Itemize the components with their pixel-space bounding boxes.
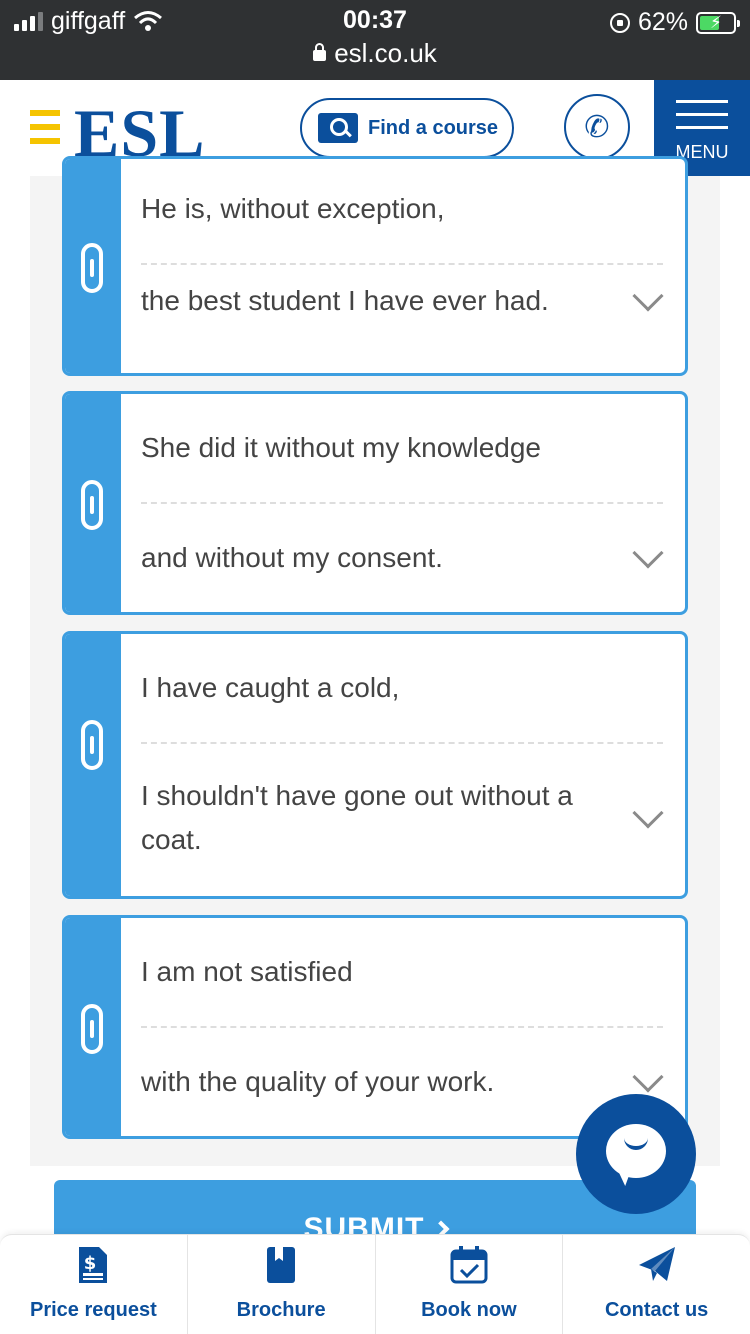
link-icon [81,243,103,293]
nav-label: Price request [30,1299,157,1321]
link-icon [81,480,103,530]
rotation-lock-icon [609,12,630,33]
sentence-card: She did it without my knowledge and with… [62,391,688,615]
url-text: esl.co.uk [334,38,437,68]
sentence-card: He is, without exception, the best stude… [62,156,688,376]
battery-percent: 62% [637,8,688,36]
sentence-card: I am not satisfied with the quality of y… [62,915,688,1139]
sentence-first-half: I have caught a cold, [141,672,400,703]
hamburger-icon [676,100,728,139]
chevron-down-icon[interactable] [632,537,664,569]
nav-label: Contact us [604,1299,709,1321]
battery-icon: ⚡ [696,11,740,34]
sentence-second-half-select[interactable]: with the quality of your work. [141,1060,575,1104]
link-icon [81,1004,103,1054]
calendar-icon [450,1246,488,1284]
price-request-icon: $ [79,1247,108,1283]
exercise-area: He is, without exception, the best stude… [30,156,720,1166]
paper-plane-icon [638,1247,675,1281]
sentence-second-half-select[interactable]: the best student I have ever had. [141,279,575,323]
sentence-first-half: He is, without exception, [141,193,445,224]
find-course-button[interactable]: Find a course [300,98,514,158]
chevron-down-icon[interactable] [632,280,664,312]
book-search-icon [318,113,358,143]
find-course-label: Find a course [368,116,499,139]
status-right: 62% ⚡ [609,8,740,37]
nav-contact-us[interactable]: Contact us [562,1235,750,1334]
card-strip [65,394,121,612]
card-strip [65,634,121,896]
address-bar[interactable]: esl.co.uk [0,38,750,69]
status-bar: giffgaff 00:37 esl.co.uk 62% ⚡ [0,0,750,80]
nav-label: Brochure [236,1299,326,1321]
logo-bars-icon [30,110,60,152]
chevron-down-icon[interactable] [632,1061,664,1093]
link-icon [81,720,103,770]
nav-label: Book now [421,1299,517,1321]
sentence-card: I have caught a cold, I shouldn't have g… [62,631,688,899]
phone-icon: ✆ [584,110,610,144]
nav-price-request[interactable]: $ Price request [0,1235,187,1334]
sentence-second-half-select[interactable]: and without my consent. [141,536,575,580]
nav-brochure[interactable]: Brochure [186,1235,375,1334]
divider [141,1026,663,1028]
sentence-first-half: She did it without my knowledge [141,432,541,463]
chevron-down-icon[interactable] [632,797,664,829]
divider [141,742,663,744]
nav-book-now[interactable]: Book now [374,1235,563,1334]
sentence-first-half: I am not satisfied [141,956,353,987]
card-strip [65,918,121,1136]
brochure-icon [267,1247,296,1283]
svg-text:$: $ [84,1253,97,1274]
bottom-nav: $ Price request Brochure Book now Contac… [0,1234,750,1334]
lock-icon [313,43,327,61]
card-strip [65,159,121,373]
sentence-second-half-select[interactable]: I shouldn't have gone out without a coat… [141,774,575,862]
chat-button[interactable] [576,1094,696,1214]
divider [141,502,663,504]
divider [141,263,663,265]
call-button[interactable]: ✆ [564,94,630,160]
